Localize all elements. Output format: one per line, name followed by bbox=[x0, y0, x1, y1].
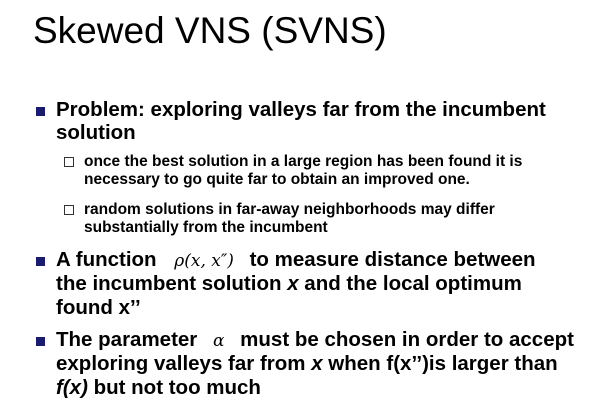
bullet-3-line-2-a: exploring valleys far from bbox=[56, 352, 312, 375]
alpha-symbol: α bbox=[212, 331, 225, 351]
bullet-2-text-b: to measure distance between bbox=[249, 248, 536, 271]
distance-formula: ρ(x, x″) bbox=[174, 251, 234, 271]
bullet-2-line-2: the incumbent solution x and the local o… bbox=[56, 272, 522, 296]
sub-bullet-1-line-2: necessary to go quite far to obtain an i… bbox=[84, 171, 470, 188]
slide-title: Skewed VNS (SVNS) bbox=[33, 10, 387, 51]
sub-bullet-2-line-2: substantially from the incumbent bbox=[84, 219, 328, 236]
sub-bullet-box-icon bbox=[64, 157, 74, 167]
bullet-3-line-3-b: but not too much bbox=[87, 376, 261, 399]
bullet-3-text-a: The parameter bbox=[56, 328, 198, 351]
bullet-3-line-3: f(x) but not too much bbox=[56, 376, 261, 400]
bullet-2-line-2-a: the incumbent solution bbox=[56, 272, 288, 295]
bullet-1-line-1: Problem: exploring valleys far from the … bbox=[56, 98, 546, 121]
bullet-2-line-1: A function ρ(x, x″) to measure distance … bbox=[56, 248, 536, 274]
bullet-3-line-3-close: ) bbox=[81, 376, 88, 399]
bullet-2-text-a: A function bbox=[56, 248, 157, 271]
bullet-1-line-2: solution bbox=[56, 121, 136, 144]
sub-bullet-box-icon bbox=[64, 205, 74, 215]
bullet-3-line-2-b: when f(x’’)is larger than bbox=[322, 352, 558, 375]
bullet-3-line-1: The parameter α must be chosen in order … bbox=[56, 328, 574, 354]
sub-bullet-2-line-1: random solutions in far-away neighborhoo… bbox=[84, 201, 495, 218]
bullet-2-line-2-b: and the local optimum bbox=[298, 272, 522, 295]
bullet-square-icon bbox=[36, 257, 45, 266]
sub-bullet-1-line-1: once the best solution in a large region… bbox=[84, 153, 523, 170]
bullet-3-text-b: must be chosen in order to accept bbox=[240, 328, 574, 351]
bullet-square-icon bbox=[36, 107, 45, 116]
bullet-3-line-3-f: f( bbox=[56, 376, 70, 399]
bullet-3-line-3-x: x bbox=[69, 376, 82, 399]
bullet-3-line-2: exploring valleys far from x when f(x’’)… bbox=[56, 352, 558, 376]
bullet-3-line-2-x: x bbox=[311, 352, 323, 375]
slide: Skewed VNS (SVNS) Problem: exploring val… bbox=[0, 0, 610, 417]
bullet-square-icon bbox=[36, 337, 45, 346]
bullet-2-line-2-x: x bbox=[287, 272, 299, 295]
bullet-2-line-3: found x’’ bbox=[56, 296, 141, 319]
